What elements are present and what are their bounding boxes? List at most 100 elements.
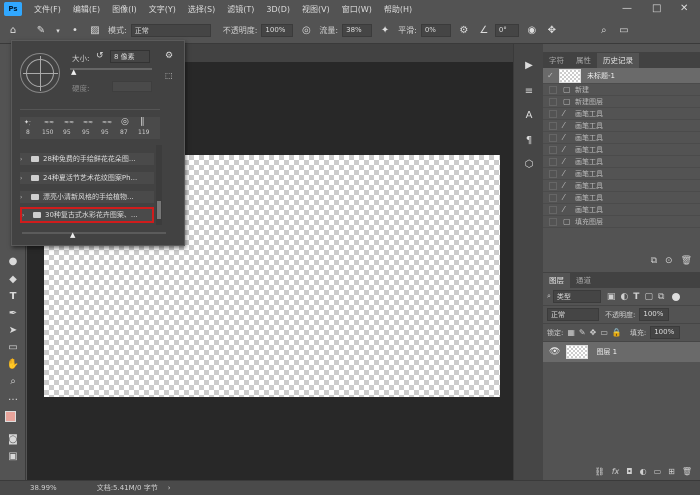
brush-settings-icon[interactable]: ▨ [88,24,102,38]
history-item[interactable]: ⁄ 画笔工具 [543,192,700,204]
lock-position-icon[interactable]: ✥ [590,328,597,337]
history-item[interactable]: ⁄ 画笔工具 [543,156,700,168]
fx-icon[interactable]: fx [612,467,620,476]
menu-file[interactable]: 文件(F) [34,4,61,15]
menu-type[interactable]: 文字(Y) [149,4,176,15]
angle-icon[interactable]: ∠ [477,24,491,38]
history-item[interactable]: ⁄ 画笔工具 [543,108,700,120]
adjustment-layer-icon[interactable]: ◐ [640,467,647,476]
dodge-tool-icon[interactable]: ● [6,254,20,268]
smooth-field[interactable]: 0% [420,24,451,37]
new-document-from-state-icon[interactable]: ⧉ [651,256,657,266]
airbrush-icon[interactable]: ✦ [378,24,392,38]
brush-group-1[interactable]: › 28种免费的手绘鲜花花朵图... [20,153,154,165]
preset-size-3[interactable]: 95 [63,129,71,136]
menu-view[interactable]: 视图(V) [302,4,330,15]
path-select-icon[interactable]: ➤ [6,323,20,337]
pressure-opacity-icon[interactable]: ◎ [299,24,313,38]
workspace-icon[interactable]: ▭ [617,24,631,38]
preset-size-1[interactable]: 8 [26,129,30,136]
camera-icon[interactable]: ⊙ [665,256,673,266]
flow-field[interactable]: 38% [342,24,373,37]
search-icon[interactable]: ⌕ [597,24,611,38]
info-menu-chevron-icon[interactable]: › [168,484,171,492]
brush-angle-dial[interactable] [20,53,60,93]
pressure-size-icon[interactable]: ◉ [525,24,539,38]
chevron-down-icon[interactable]: ▾ [54,24,62,38]
chevron-right-icon[interactable]: › [20,194,28,201]
filter-type-icon[interactable]: T [633,292,639,302]
tab-history[interactable]: 历史记录 [597,53,639,68]
adjustments-icon[interactable]: ≡ [522,84,536,98]
maximize-button[interactable]: □ [652,3,661,14]
menu-filter[interactable]: 滤镜(T) [227,4,254,15]
shape-tool-icon[interactable]: ▭ [6,340,20,354]
screen-mode-icon[interactable]: ▣ [6,449,20,463]
opacity-field[interactable]: 100% [261,24,294,37]
scroll-thumb[interactable] [157,201,161,219]
brush-group-4-highlighted[interactable]: › 30种复古式水彩花卉图案、... [20,207,154,223]
trash-icon[interactable]: 🗑 [681,256,692,266]
size-field[interactable]: 8 像素 [110,50,150,63]
brush-tool-icon[interactable]: ✎ [34,24,48,38]
play-icon[interactable]: ▶ [522,58,536,72]
filter-adjust-icon[interactable]: ◐ [620,292,628,302]
preset-size-6[interactable]: 87 [120,129,128,136]
history-item[interactable]: ⁄ 画笔工具 [543,132,700,144]
fill-field[interactable]: 100% [650,326,681,339]
blend-mode-select[interactable]: 正常 [547,308,599,321]
gear-icon[interactable]: ⚙ [457,24,471,38]
foreground-color-swatch[interactable] [5,411,16,422]
filter-smart-icon[interactable]: ⧉ [658,292,664,302]
lock-artboard-icon[interactable]: ▭ [600,328,608,337]
menu-select[interactable]: 选择(S) [188,4,215,15]
lock-pixels-icon[interactable]: ✎ [579,328,586,337]
layer-row[interactable]: 👁 图层 1 [543,342,700,362]
preview-slider-handle[interactable]: ▲ [70,231,75,239]
filter-shape-icon[interactable]: ▢ [644,292,653,302]
more-tools-icon[interactable]: … [6,390,20,404]
3d-cube-icon[interactable]: ⬡ [522,157,536,171]
lock-all-icon[interactable]: 🔒 [612,328,622,337]
filter-toggle[interactable] [672,292,681,301]
history-item[interactable]: ⁄ 画笔工具 [543,120,700,132]
close-button[interactable]: ✕ [680,3,688,14]
tab-properties[interactable]: 属性 [570,53,597,68]
chevron-right-icon[interactable]: › [22,212,30,219]
list-scrollbar[interactable] [156,145,162,225]
history-item[interactable]: ⁄ 画笔工具 [543,204,700,216]
hardness-field[interactable] [112,81,152,92]
chevron-right-icon[interactable]: › [20,156,28,163]
zoom-tool-icon[interactable]: ⌕ [6,374,20,388]
menu-help[interactable]: 帮助(H) [384,4,412,15]
menu-edit[interactable]: 编辑(E) [73,4,100,15]
lock-transparent-icon[interactable]: ▦ [567,328,575,337]
home-icon[interactable]: ⌂ [6,24,20,38]
delete-layer-icon[interactable]: 🗑 [682,467,692,476]
layer-opacity-field[interactable]: 100% [639,308,670,321]
zoom-level[interactable]: 38.99% [30,484,57,492]
filter-pixel-icon[interactable]: ▣ [607,292,616,302]
type-tool-icon[interactable]: T [6,289,20,303]
eye-icon[interactable]: 👁 [549,347,560,357]
group-folder-icon[interactable]: ▭ [654,467,662,476]
filter-type-select[interactable]: 类型 [552,290,601,303]
hand-tool-icon[interactable]: ✋ [6,357,20,371]
history-item[interactable]: ⁄ 画笔工具 [543,168,700,180]
preset-size-7[interactable]: 119 [138,129,149,136]
mode-select[interactable]: 正常 [130,24,211,37]
paragraph-icon[interactable]: ¶ [522,133,536,147]
new-preset-icon[interactable]: ⬚ [165,71,173,80]
chevron-right-icon[interactable]: › [20,175,28,182]
menu-3d[interactable]: 3D(D) [266,5,290,14]
history-item[interactable]: ▢ 新建 [543,84,700,96]
reset-icon[interactable]: ↺ [96,51,104,61]
new-layer-icon[interactable]: ⊞ [668,467,675,476]
menu-window[interactable]: 窗口(W) [342,4,372,15]
history-item[interactable]: ▢ 填充图层 [543,216,700,228]
preset-size-4[interactable]: 95 [82,129,90,136]
tab-channels[interactable]: 通道 [570,273,597,288]
size-slider-track[interactable] [70,68,152,70]
quick-mask-icon[interactable]: ◙ [6,432,20,446]
angle-field[interactable]: 0° [494,24,519,37]
